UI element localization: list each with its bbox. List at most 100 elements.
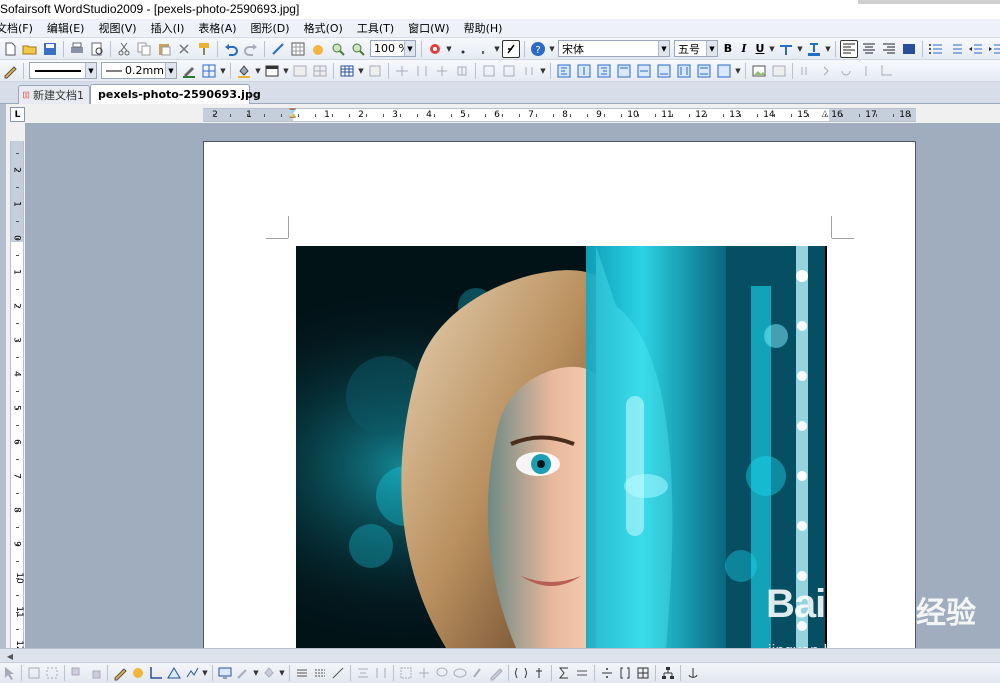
- tab-new-document[interactable]: 新建文档1: [18, 85, 90, 104]
- shape-align-center-icon[interactable]: [575, 62, 593, 80]
- polyline-icon[interactable]: [184, 664, 200, 682]
- line-color-icon[interactable]: [180, 62, 198, 80]
- new-document-icon[interactable]: [1, 40, 19, 58]
- anchor-icon[interactable]: [685, 664, 701, 682]
- line-width-select[interactable]: 0.2mm ▼: [101, 62, 177, 79]
- justify-icon[interactable]: [900, 40, 918, 58]
- matrix-icon[interactable]: [635, 664, 651, 682]
- chevron-down-icon[interactable]: ▼: [357, 67, 365, 75]
- menu-format[interactable]: 格式(O): [297, 20, 350, 36]
- menu-file[interactable]: 文档(F): [0, 20, 40, 36]
- menu-insert[interactable]: 插入(I): [144, 20, 192, 36]
- monitor-icon[interactable]: [217, 664, 233, 682]
- crop-icon[interactable]: [877, 62, 895, 80]
- ungroup-icon[interactable]: [44, 664, 60, 682]
- pen-icon[interactable]: [235, 664, 251, 682]
- vertical-ruler[interactable]: 210123456789101112: [10, 141, 24, 652]
- fill-color-icon[interactable]: [235, 62, 253, 80]
- shape-align-bottom-icon[interactable]: [655, 62, 673, 80]
- undo-icon[interactable]: [222, 40, 240, 58]
- font-name-select[interactable]: 宋体 ▼: [558, 40, 670, 57]
- paragraph-mark-icon[interactable]: [502, 39, 520, 58]
- chevron-down-icon[interactable]: ▼: [539, 67, 547, 75]
- tree-icon[interactable]: [660, 664, 676, 682]
- insert-table-icon[interactable]: [338, 62, 356, 80]
- cell-border-icon[interactable]: [500, 62, 518, 80]
- oval-icon[interactable]: [452, 664, 468, 682]
- portrait-photo[interactable]: [296, 246, 827, 648]
- tab-stop-selector[interactable]: L: [10, 107, 25, 122]
- pencil-icon[interactable]: [1, 62, 19, 80]
- insert-object-icon[interactable]: [426, 40, 444, 58]
- chevron-down-icon[interactable]: ▼: [493, 45, 501, 53]
- chevron-down-icon[interactable]: ▼: [254, 67, 262, 75]
- increase-indent-icon[interactable]: [987, 40, 1000, 58]
- freeform-icon[interactable]: [130, 664, 146, 682]
- close-button[interactable]: [954, 0, 1000, 4]
- zoom-in-icon[interactable]: [329, 40, 347, 58]
- grid-icon[interactable]: [289, 40, 307, 58]
- pencil-disabled-icon[interactable]: [488, 664, 504, 682]
- menu-help[interactable]: 帮助(H): [457, 20, 510, 36]
- paste-icon[interactable]: [155, 40, 173, 58]
- help-icon[interactable]: ?: [529, 40, 547, 58]
- font-color-icon[interactable]: [805, 40, 823, 58]
- save-icon[interactable]: [41, 40, 59, 58]
- align-left-icon[interactable]: [840, 39, 858, 58]
- hyperlink-icon[interactable]: [269, 40, 287, 58]
- image-props-icon[interactable]: [770, 62, 788, 80]
- send-backward-icon[interactable]: [817, 62, 835, 80]
- bullet-list-icon[interactable]: [927, 40, 945, 58]
- bracket-icon[interactable]: [617, 664, 633, 682]
- decrease-indent-icon[interactable]: [967, 40, 985, 58]
- dot-icon[interactable]: [454, 40, 472, 58]
- brush-icon[interactable]: [470, 664, 486, 682]
- insert-field-icon[interactable]: [513, 664, 529, 682]
- window-frame-icon[interactable]: [263, 62, 281, 80]
- insert-column-icon[interactable]: [413, 62, 431, 80]
- group-icon[interactable]: [26, 664, 42, 682]
- delete-icon[interactable]: [175, 40, 193, 58]
- menu-edit[interactable]: 编辑(E): [40, 20, 92, 36]
- chevron-down-icon[interactable]: ▼: [252, 669, 260, 677]
- font-size-select[interactable]: 五号 ▼: [674, 40, 718, 57]
- chevron-down-icon[interactable]: ▼: [278, 669, 286, 677]
- menu-tools[interactable]: 工具(T): [350, 20, 401, 36]
- border-style-icon[interactable]: [777, 40, 795, 58]
- copy-icon[interactable]: [135, 40, 153, 58]
- image-icon[interactable]: [750, 62, 768, 80]
- horizontal-scrollbar[interactable]: ◀: [0, 648, 1000, 662]
- cell-align-icon[interactable]: [480, 62, 498, 80]
- fill-icon[interactable]: [261, 664, 277, 682]
- underline-button[interactable]: U: [752, 42, 768, 55]
- chevron-down-icon[interactable]: ▼: [824, 45, 832, 53]
- table-props-icon[interactable]: [366, 62, 384, 80]
- shape-align-middle-icon[interactable]: [635, 62, 653, 80]
- chevron-down-icon[interactable]: ▼: [548, 45, 556, 53]
- select-arrow-icon[interactable]: [1, 664, 17, 682]
- rotate-icon[interactable]: [837, 62, 855, 80]
- merge-cells-icon[interactable]: [433, 62, 451, 80]
- sum-icon[interactable]: [556, 664, 572, 682]
- bring-forward-icon[interactable]: [797, 62, 815, 80]
- cut-icon[interactable]: [115, 40, 133, 58]
- bold-button[interactable]: B: [720, 42, 736, 55]
- italic-button[interactable]: I: [736, 42, 752, 55]
- shape-align-right-icon[interactable]: [595, 62, 613, 80]
- symbol-icon[interactable]: [531, 664, 547, 682]
- divide-icon[interactable]: [599, 664, 615, 682]
- shape-align-top-icon[interactable]: [615, 62, 633, 80]
- shape-distribute-v-icon[interactable]: [695, 62, 713, 80]
- shape-align-left-icon[interactable]: [555, 62, 573, 80]
- hand-icon[interactable]: [309, 40, 327, 58]
- align-right-icon[interactable]: [880, 40, 898, 58]
- chevron-down-icon[interactable]: ▼: [219, 67, 227, 75]
- distribute-icon[interactable]: [373, 664, 389, 682]
- dash-style-icon[interactable]: [312, 664, 328, 682]
- table-icon-disabled[interactable]: [291, 62, 309, 80]
- triangle-icon[interactable]: [166, 664, 182, 682]
- indent-marker-icon[interactable]: ⌛: [287, 109, 298, 119]
- equation-icon[interactable]: [574, 664, 590, 682]
- zoom-out-icon[interactable]: [349, 40, 367, 58]
- menu-table[interactable]: 表格(A): [191, 20, 243, 36]
